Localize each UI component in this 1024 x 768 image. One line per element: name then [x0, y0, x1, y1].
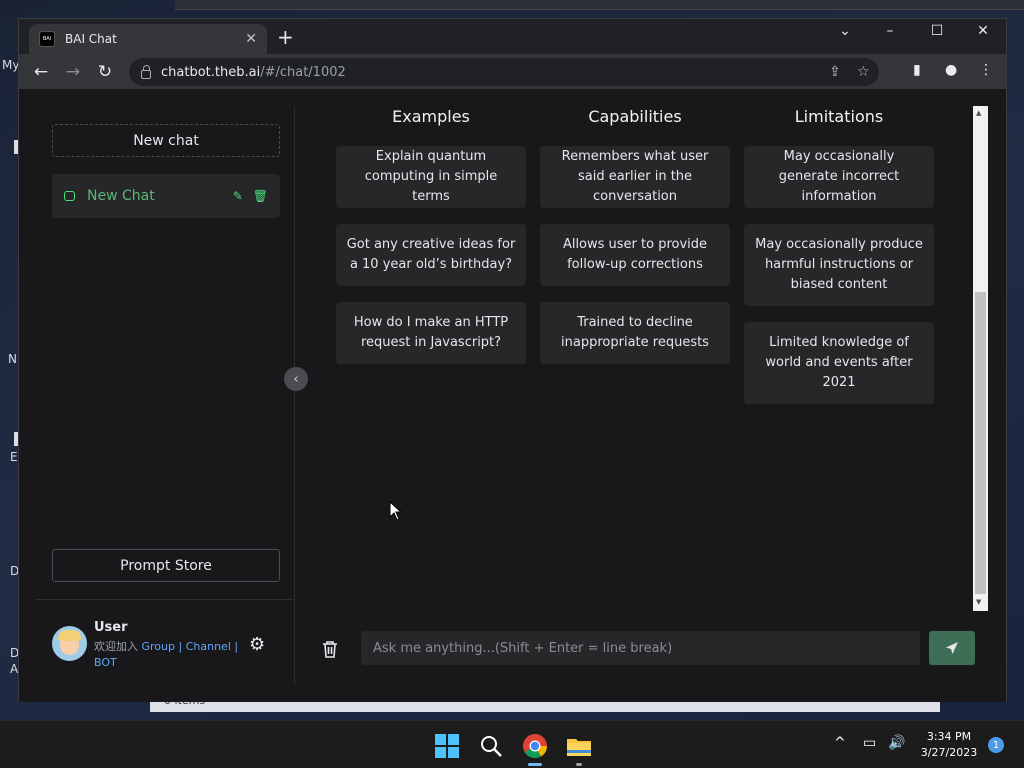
- scrollbar[interactable]: ▲ ▼: [973, 106, 988, 611]
- menu-icon[interactable]: ⋮: [979, 62, 993, 78]
- new-chat-button[interactable]: New chat: [52, 124, 280, 157]
- browser-tab[interactable]: BAI BAI Chat ✕: [29, 24, 267, 54]
- chevron-left-icon: ‹: [293, 371, 299, 387]
- capability-card: Remembers what user said earlier in the …: [540, 146, 730, 208]
- chat-input[interactable]: [361, 631, 920, 665]
- cursor-arrow-icon: [389, 500, 403, 521]
- active-app-indicator: [528, 763, 542, 766]
- star-icon[interactable]: ☆: [857, 64, 870, 80]
- column-heading: Limitations: [794, 107, 884, 126]
- clock-time: 3:34 PM: [926, 730, 972, 743]
- link-separator: |: [178, 640, 183, 653]
- reload-icon[interactable]: ↻: [89, 62, 121, 82]
- example-card[interactable]: Got any creative ideas for a 10 year old…: [336, 224, 526, 286]
- lock-icon[interactable]: [141, 64, 151, 79]
- browser-toolbar: ← → ↻ chatbot.theb.ai/#/chat/1002 ⇪ ☆ ▮ …: [19, 54, 1006, 89]
- share-icon[interactable]: ⇪: [829, 64, 841, 80]
- link-separator: |: [234, 640, 239, 653]
- bot-link[interactable]: BOT: [94, 656, 117, 669]
- delete-chat-icon[interactable]: 🗑: [253, 189, 268, 203]
- example-card[interactable]: How do I make an HTTP request in Javascr…: [336, 302, 526, 364]
- forward-icon[interactable]: →: [57, 62, 89, 82]
- collapse-sidebar-button[interactable]: ‹: [284, 367, 308, 391]
- chat-item-label: New Chat: [87, 188, 155, 204]
- desktop-icon-label[interactable]: E: [10, 450, 18, 464]
- windows-start-icon[interactable]: [434, 733, 460, 759]
- scroll-down-icon[interactable]: ▼: [976, 598, 981, 606]
- chrome-icon[interactable]: [522, 733, 548, 759]
- chevron-up-icon[interactable]: ^: [834, 735, 846, 751]
- file-explorer-icon[interactable]: [566, 733, 592, 759]
- edit-icon[interactable]: ✎: [233, 189, 243, 203]
- settings-icon[interactable]: ⚙: [249, 634, 265, 655]
- profile-icon[interactable]: ●: [945, 62, 957, 78]
- column-heading: Capabilities: [588, 107, 682, 126]
- avatar: [52, 626, 87, 661]
- tab-title: BAI Chat: [65, 32, 117, 46]
- scroll-thumb[interactable]: [975, 292, 986, 594]
- user-panel: User 欢迎加入 Group | Channel | BOT ⚙: [36, 599, 295, 685]
- network-icon[interactable]: ▭: [863, 735, 876, 751]
- url-path: /#/chat/1002: [260, 64, 346, 80]
- desktop-icon-label[interactable]: My: [2, 58, 19, 72]
- capabilities-column: Capabilities Remembers what user said ea…: [540, 106, 730, 364]
- send-icon: [946, 642, 958, 654]
- system-clock[interactable]: 3:34 PM 3/27/2023: [916, 729, 982, 761]
- examples-column: Examples Explain quantum computing in si…: [336, 106, 526, 364]
- user-subtitle: 欢迎加入 Group | Channel | BOT: [94, 639, 244, 671]
- taskbar: ^ ▭ 🔊 3:34 PM 3/27/2023 1: [0, 720, 1024, 768]
- chat-list-item[interactable]: New Chat ✎ 🗑: [52, 174, 280, 218]
- background-window: [175, 0, 1024, 10]
- tab-search-icon[interactable]: ⌄: [833, 23, 857, 39]
- limitation-card: Limited knowledge of world and events af…: [744, 322, 934, 404]
- new-tab-icon[interactable]: +: [277, 25, 294, 49]
- send-button[interactable]: [929, 631, 975, 665]
- search-icon[interactable]: [478, 733, 504, 759]
- url-host: chatbot.theb.ai: [161, 64, 261, 80]
- desktop-icon-label[interactable]: A: [10, 662, 18, 676]
- open-app-indicator: [576, 763, 582, 766]
- chat-bubble-icon: [64, 191, 75, 201]
- prompt-store-button[interactable]: Prompt Store: [52, 549, 280, 582]
- close-tab-icon[interactable]: ✕: [245, 31, 257, 47]
- capability-card: Trained to decline inappropriate request…: [540, 302, 730, 364]
- minimize-icon[interactable]: –: [878, 23, 902, 39]
- main-panel: Examples Explain quantum computing in si…: [296, 106, 988, 685]
- notification-badge[interactable]: 1: [988, 737, 1004, 753]
- limitation-card: May occasionally generate incorrect info…: [744, 146, 934, 208]
- group-link[interactable]: Group: [142, 640, 176, 653]
- capability-card: Allows user to provide follow-up correct…: [540, 224, 730, 286]
- user-name: User: [94, 620, 128, 635]
- tab-strip: BAI BAI Chat ✕ + ⌄ – ☐ ✕: [19, 19, 1006, 54]
- example-card[interactable]: Explain quantum computing in simple term…: [336, 146, 526, 208]
- chat-app: New chat New Chat ✎ 🗑 Prompt Store User …: [19, 89, 1006, 702]
- back-icon[interactable]: ←: [25, 62, 57, 82]
- sidebar: New chat New Chat ✎ 🗑 Prompt Store User …: [36, 106, 295, 685]
- desktop-icon-label[interactable]: N: [8, 352, 17, 366]
- limitation-card: May occasionally produce harmful instruc…: [744, 224, 934, 306]
- volume-icon[interactable]: 🔊: [888, 735, 905, 751]
- side-panel-icon[interactable]: ▮: [913, 62, 921, 78]
- scroll-up-icon[interactable]: ▲: [976, 109, 981, 117]
- join-text: 欢迎加入: [94, 640, 138, 653]
- address-bar[interactable]: chatbot.theb.ai/#/chat/1002 ⇪ ☆: [129, 58, 879, 86]
- clock-date: 3/27/2023: [920, 746, 978, 759]
- avatar-hair: [58, 630, 81, 641]
- column-heading: Examples: [392, 107, 470, 126]
- channel-link[interactable]: Channel: [186, 640, 231, 653]
- input-row: [296, 630, 988, 670]
- favicon-icon: BAI: [39, 31, 55, 47]
- clear-chat-icon[interactable]: [322, 640, 338, 658]
- close-window-icon[interactable]: ✕: [971, 23, 995, 39]
- maximize-icon[interactable]: ☐: [925, 23, 949, 39]
- limitations-column: Limitations May occasionally generate in…: [744, 106, 934, 404]
- browser-window: BAI BAI Chat ✕ + ⌄ – ☐ ✕ ← → ↻ chatbot.t…: [18, 18, 1007, 702]
